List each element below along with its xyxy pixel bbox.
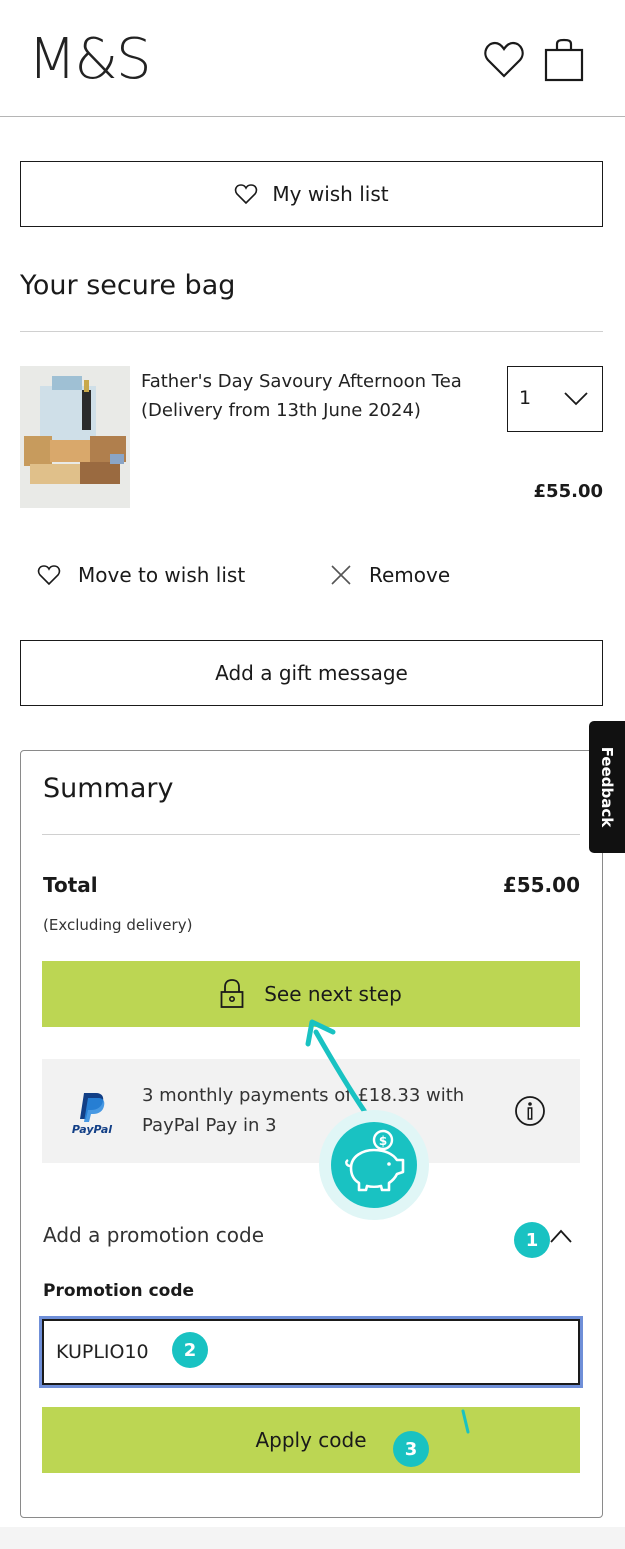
step-badge-2: 2 xyxy=(172,1332,208,1368)
remove-label: Remove xyxy=(369,563,451,587)
paypal-logo: PayPal xyxy=(72,1093,112,1135)
site-header: M&S xyxy=(0,0,625,117)
piggy-bank-icon: $ xyxy=(345,1129,405,1192)
excluding-delivery-note: (Excluding delivery) xyxy=(43,916,193,934)
chevron-up-icon[interactable] xyxy=(549,1228,573,1244)
quantity-value: 1 xyxy=(519,387,532,409)
close-icon xyxy=(331,565,351,585)
savings-badge: $ xyxy=(331,1122,417,1208)
summary-title: Summary xyxy=(43,773,174,804)
quantity-select[interactable]: 1 xyxy=(507,366,603,432)
add-gift-message-label: Add a gift message xyxy=(215,661,408,685)
bag-title: Your secure bag xyxy=(20,270,236,301)
shopping-bag-icon[interactable] xyxy=(544,38,584,82)
info-icon[interactable] xyxy=(514,1095,546,1127)
apply-code-label: Apply code xyxy=(255,1428,367,1452)
ms-logo[interactable]: M&S xyxy=(28,22,152,98)
my-wish-list-button[interactable]: My wish list xyxy=(20,161,603,227)
add-promotion-code-toggle[interactable]: Add a promotion code xyxy=(43,1223,264,1247)
move-to-wish-list-button[interactable]: Move to wish list xyxy=(36,560,245,590)
heart-icon xyxy=(37,565,61,586)
divider xyxy=(20,331,603,332)
see-next-step-label: See next step xyxy=(264,982,402,1006)
my-wish-list-label: My wish list xyxy=(272,182,389,206)
svg-text:PayPal: PayPal xyxy=(72,1123,112,1135)
product-price: £55.00 xyxy=(533,481,603,502)
remove-button[interactable]: Remove xyxy=(329,560,450,590)
apply-code-button[interactable]: Apply code xyxy=(42,1407,580,1473)
total-label: Total xyxy=(43,873,98,897)
step-badge-1: 1 xyxy=(514,1222,550,1258)
total-value: £55.00 xyxy=(502,873,580,897)
add-gift-message-button[interactable]: Add a gift message xyxy=(20,640,603,706)
heart-icon[interactable] xyxy=(483,40,525,80)
product-name[interactable]: Father's Day Savoury Afternoon Tea (Deli… xyxy=(141,367,491,425)
product-image[interactable] xyxy=(20,366,130,508)
promotion-code-label: Promotion code xyxy=(43,1281,195,1301)
heart-icon xyxy=(235,184,258,205)
feedback-tab[interactable]: Feedback xyxy=(589,721,625,853)
move-to-wish-list-label: Move to wish list xyxy=(78,563,246,587)
svg-text:$: $ xyxy=(379,1134,387,1148)
divider xyxy=(42,834,580,835)
step-badge-3: 3 xyxy=(393,1431,429,1467)
lock-icon xyxy=(220,979,244,1008)
page-footer-strip xyxy=(0,1527,625,1549)
tutorial-tick-mark xyxy=(461,1409,470,1434)
promotion-code-input[interactable] xyxy=(42,1319,580,1385)
feedback-label: Feedback xyxy=(598,746,616,828)
chevron-down-icon xyxy=(564,392,588,406)
